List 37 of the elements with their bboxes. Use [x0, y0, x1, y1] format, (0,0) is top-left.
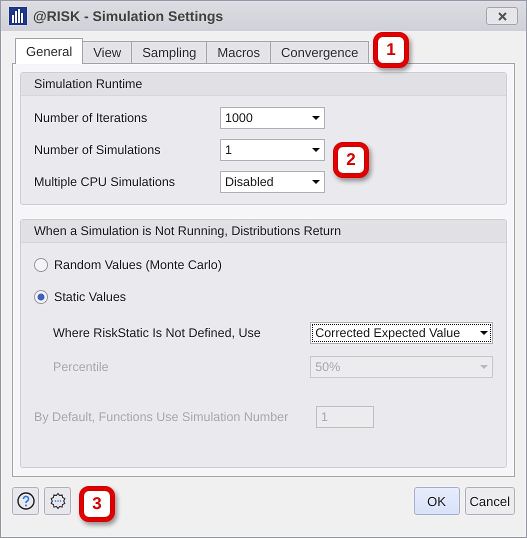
- tab[interactable]: View: [82, 41, 132, 63]
- bar-chart-icon: [9, 7, 27, 25]
- callout-badge: 3: [79, 486, 115, 522]
- field-label: Number of Simulations: [34, 143, 162, 157]
- field-label: Percentile: [53, 360, 110, 374]
- tab[interactable]: Sampling: [131, 41, 208, 63]
- dropdown[interactable]: 1: [220, 139, 325, 161]
- dropdown-arrow-icon: [480, 331, 488, 335]
- dropdown-arrow-icon: [312, 148, 320, 152]
- window-title: @RISK - Simulation Settings: [33, 8, 224, 24]
- dropdown-arrow-icon: [480, 365, 488, 369]
- dropdown[interactable]: Disabled: [220, 171, 325, 193]
- dropdown-arrow-icon: [312, 180, 320, 184]
- dropdown[interactable]: 1000: [220, 107, 325, 129]
- field-label: Where RiskStatic Is Not Defined, Use: [53, 326, 262, 340]
- dropdown[interactable]: Corrected Expected Value: [310, 322, 493, 344]
- settings-icon: [48, 492, 66, 510]
- help-button[interactable]: [12, 487, 39, 515]
- tab[interactable]: General: [15, 38, 84, 64]
- dialog-button[interactable]: Cancel: [464, 487, 515, 515]
- tab[interactable]: Convergence: [270, 41, 370, 63]
- group-title: Simulation Runtime: [34, 77, 142, 91]
- close-icon: [498, 12, 506, 20]
- field-label: By Default, Functions Use Simulation Number: [34, 410, 290, 424]
- close-button[interactable]: [486, 7, 518, 25]
- callout-badge: 2: [333, 142, 369, 178]
- radio-button[interactable]: Static Values: [34, 290, 126, 304]
- radio-button[interactable]: Random Values (Monte Carlo): [34, 258, 222, 272]
- dropdown-arrow-icon: [312, 116, 320, 120]
- group-title: When a Simulation is Not Running, Distributions Return: [34, 224, 342, 238]
- tab[interactable]: Macros: [206, 41, 272, 63]
- dialog-button[interactable]: OK: [414, 487, 460, 515]
- field-label: Number of Iterations: [34, 111, 148, 125]
- settings-button[interactable]: [44, 487, 71, 515]
- help-icon: [16, 492, 34, 510]
- callout-badge: 1: [373, 32, 409, 68]
- field-label: Multiple CPU Simulations: [34, 175, 176, 189]
